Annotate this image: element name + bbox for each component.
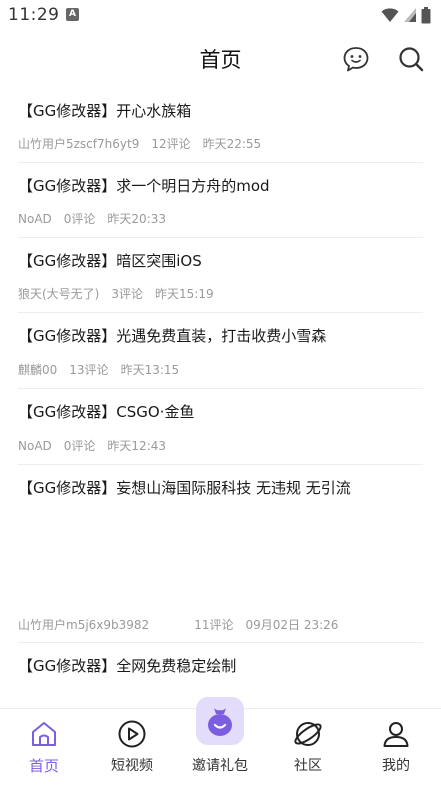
post-author[interactable]: 麒麟00 [18, 363, 57, 377]
invite-bubble [196, 697, 244, 745]
wifi-icon [381, 8, 399, 22]
page-title: 首页 [199, 48, 242, 72]
post-title[interactable]: 【GG修改器】CSGO·金鱼 [18, 401, 194, 422]
status-bar: 11:29 A [0, 0, 441, 32]
tab-invite-gift[interactable]: 邀请礼包 [176, 697, 264, 785]
tab-label: 社区 [294, 758, 322, 774]
post-author[interactable]: 山竹用户5zscf7h6yt9 [18, 137, 139, 151]
post-author[interactable]: 狼天(大号无了) [18, 287, 99, 301]
post-comment-count: 13评论 [69, 363, 109, 377]
play-icon [118, 720, 146, 748]
search-icon [399, 47, 424, 72]
post-time: 昨天22:55 [202, 137, 262, 151]
post-title[interactable]: 【GG修改器】求一个明日方舟的mod [18, 175, 270, 196]
post-meta: 狼天(大号无了) 3评论 昨天15:19 [18, 285, 226, 302]
top-header: 首页 [0, 32, 441, 88]
post-item[interactable]: 【GG修改器】CSGO·金鱼 NoAD 0评论 昨天12:43 [18, 389, 423, 465]
post-comment-count: 0评论 [63, 439, 96, 453]
post-meta: 山竹用户m5j6x9b3982 11评论 09月02日 23:26 [18, 616, 350, 633]
tab-label: 首页 [28, 757, 59, 775]
notification-badge: A [66, 8, 79, 21]
chat-bubble-icon [343, 47, 369, 72]
post-author[interactable]: NoAD [18, 212, 52, 226]
post-title[interactable]: 【GG修改器】光遇免费直装，打击收费小雪森 [18, 325, 326, 346]
post-item[interactable]: 【GG修改器】妄想山海国际服科技 无违规 无引流 山竹用户m5j6x9b3982… [18, 465, 423, 643]
post-item[interactable]: 【GG修改器】开心水族箱 山竹用户5zscf7h6yt9 12评论 昨天22:55 [18, 88, 423, 163]
post-comment-count: 3评论 [111, 287, 144, 301]
post-time: 昨天20:33 [107, 212, 167, 226]
status-time: 11:29 [8, 5, 60, 25]
post-author[interactable]: NoAD [18, 439, 52, 453]
post-title[interactable]: 【GG修改器】开心水族箱 [18, 100, 191, 121]
post-time: 09月02日 23:26 [245, 618, 339, 632]
post-comment-count: 12评论 [151, 137, 191, 151]
post-feed[interactable]: 【GG修改器】开心水族箱 山竹用户5zscf7h6yt9 12评论 昨天22:55 … [0, 88, 441, 708]
post-author[interactable]: 山竹用户m5j6x9b3982 [18, 618, 149, 632]
battery-icon [421, 6, 431, 23]
post-title[interactable]: 【GG修改器】暗区突围iOS [18, 250, 202, 271]
message-button[interactable] [339, 42, 373, 76]
post-meta: NoAD 0评论 昨天20:33 [18, 210, 178, 227]
post-time: 昨天13:15 [120, 363, 180, 377]
search-button[interactable] [394, 42, 428, 76]
planet-icon [294, 722, 322, 746]
post-item[interactable]: 【GG修改器】暗区突围iOS 狼天(大号无了) 3评论 昨天15:19 [18, 238, 423, 313]
post-title[interactable]: 【GG修改器】全网免费稳定绘制 [18, 655, 236, 676]
post-time: 昨天12:43 [107, 439, 167, 453]
post-meta: NoAD 0评论 昨天12:43 [18, 437, 178, 454]
home-icon [32, 722, 56, 746]
tab-home[interactable]: 首页 [0, 709, 88, 785]
post-meta: 山竹用户5zscf7h6yt9 12评论 昨天22:55 [18, 135, 273, 152]
post-comment-count: 11评论 [194, 618, 234, 632]
status-icons [381, 6, 431, 24]
post-comment-count: 0评论 [63, 212, 96, 226]
user-icon [383, 722, 409, 747]
post-item[interactable]: 【GG修改器】求一个明日方舟的mod NoAD 0评论 昨天20:33 [18, 163, 423, 238]
bottom-tab-bar: 首页 短视频 邀请礼包 社区 我的 [0, 697, 441, 785]
post-item[interactable]: 【GG修改器】光遇免费直装，打击收费小雪森 麒麟00 13评论 昨天13:15 [18, 313, 423, 389]
post-time: 昨天15:19 [155, 287, 214, 301]
tab-label: 邀请礼包 [192, 758, 248, 774]
post-title[interactable]: 【GG修改器】妄想山海国际服科技 无违规 无引流 [18, 477, 351, 498]
tab-label: 短视频 [111, 758, 153, 774]
post-meta: 麒麟00 13评论 昨天13:15 [18, 361, 191, 378]
tab-me[interactable]: 我的 [352, 709, 440, 785]
tab-community[interactable]: 社区 [264, 709, 352, 785]
signal-icon [404, 8, 416, 22]
tab-label: 我的 [382, 758, 410, 774]
gift-bag-icon [208, 708, 232, 736]
tab-short-video[interactable]: 短视频 [88, 709, 176, 785]
